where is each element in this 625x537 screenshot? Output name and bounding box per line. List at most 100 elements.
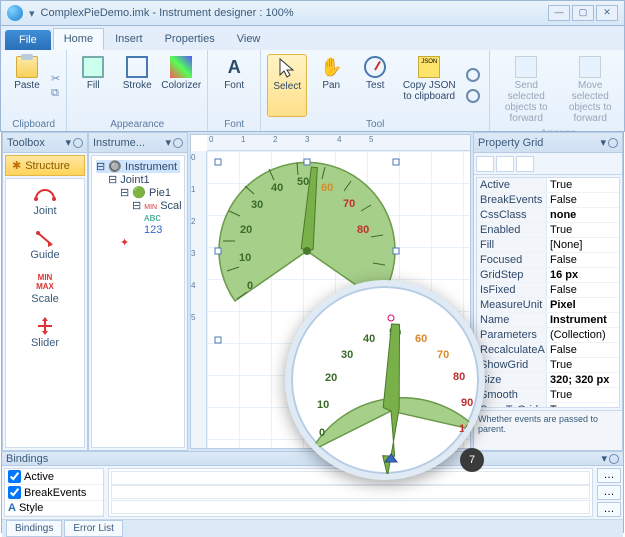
tree-node-instrument[interactable]: ⊟ 🔘 Instrument [96, 160, 180, 173]
toolbox-header[interactable]: Toolbox ▾ [3, 133, 87, 153]
binding-label: Active [24, 471, 54, 483]
dropdown-icon[interactable]: ▾ [600, 136, 606, 149]
property-value[interactable]: [None] [547, 238, 619, 252]
tree-header[interactable]: Instrume... ▾ [89, 133, 187, 153]
property-row[interactable]: NameInstrument [477, 313, 619, 328]
property-value[interactable]: True [547, 388, 619, 402]
maximize-button[interactable]: ▢ [572, 5, 594, 21]
tab-insert[interactable]: Insert [104, 28, 154, 50]
zoom-in-icon[interactable] [466, 68, 480, 82]
alphabetical-button[interactable] [496, 156, 514, 172]
property-row[interactable]: ActiveTrue [477, 178, 619, 193]
ellipsis-button[interactable]: … [597, 502, 621, 517]
property-row[interactable]: IsFixedFalse [477, 283, 619, 298]
fill-button[interactable]: Fill [73, 54, 113, 117]
property-value[interactable]: True [547, 223, 619, 237]
pan-button[interactable]: ✋Pan [311, 54, 351, 117]
property-row[interactable]: FocusedFalse [477, 253, 619, 268]
dropdown-icon[interactable]: ▾ [65, 136, 71, 149]
property-row[interactable]: SmoothTrue [477, 388, 619, 403]
property-value[interactable]: True [547, 178, 619, 192]
ellipsis-button[interactable]: … [597, 468, 621, 483]
tree-node-marker[interactable]: ✦ [96, 236, 180, 249]
bindings-editor[interactable] [108, 468, 593, 517]
font-button[interactable]: AFont [214, 54, 254, 117]
property-value[interactable]: False [547, 283, 619, 297]
tree-node-num[interactable]: 123 [96, 224, 180, 236]
cut-icon[interactable]: ✂ [51, 72, 60, 85]
property-row[interactable]: BreakEventsFalse [477, 193, 619, 208]
property-table[interactable]: ActiveTrueBreakEventsFalseCssClassnoneEn… [476, 177, 620, 408]
property-value[interactable]: (Collection) [547, 328, 619, 342]
pin-icon[interactable] [608, 138, 618, 148]
property-value[interactable]: Pixel [547, 298, 619, 312]
tab-home[interactable]: Home [53, 28, 104, 50]
property-row[interactable]: MeasureUnitPixel [477, 298, 619, 313]
file-tab[interactable]: File [5, 30, 51, 50]
structure-tab[interactable]: ✱ Structure [5, 155, 85, 176]
tree-node-pie[interactable]: ⊟ 🟢 Pie1 [96, 186, 180, 199]
binding-value-row[interactable] [111, 485, 590, 499]
minimize-button[interactable]: — [548, 5, 570, 21]
bindings-header[interactable]: Bindings ▾ [2, 452, 623, 466]
property-value[interactable]: False [547, 253, 619, 267]
tool-scale[interactable]: MIN MAX Scale [6, 267, 84, 311]
tool-guide[interactable]: Guide [6, 223, 84, 267]
prop-pages-button[interactable] [516, 156, 534, 172]
property-row[interactable]: CssClassnone [477, 208, 619, 223]
property-value[interactable]: True [547, 403, 619, 408]
dropdown-icon[interactable]: ▾ [601, 452, 607, 465]
ellipsis-button[interactable]: … [597, 485, 621, 500]
property-value[interactable]: False [547, 343, 619, 357]
colorizer-button[interactable]: Colorizer [161, 54, 201, 117]
pin-icon[interactable] [173, 138, 183, 148]
paste-button[interactable]: Paste [7, 54, 47, 117]
copy-json-button[interactable]: JSONCopy JSON to clipboard [399, 54, 459, 117]
tree-node-joint[interactable]: ⊟ Joint1 [96, 173, 180, 186]
pin-icon[interactable] [73, 138, 83, 148]
property-value[interactable]: 320; 320 px [547, 373, 619, 387]
property-row[interactable]: ShowGridTrue [477, 358, 619, 373]
property-row[interactable]: Parameters(Collection) [477, 328, 619, 343]
test-button[interactable]: Test [355, 54, 395, 117]
pin-icon[interactable] [609, 454, 619, 464]
fill-icon [82, 56, 104, 78]
property-value[interactable]: Instrument [547, 313, 619, 327]
categorize-button[interactable] [476, 156, 494, 172]
property-row[interactable]: Size320; 320 px [477, 373, 619, 388]
property-grid-header[interactable]: Property Grid ▾ [474, 133, 622, 153]
stroke-button[interactable]: Stroke [117, 54, 157, 117]
binding-row[interactable]: Active [5, 469, 103, 485]
copy-icon[interactable]: ⧉ [51, 87, 60, 100]
binding-row[interactable]: BreakEvents [5, 485, 103, 501]
binding-checkbox[interactable] [8, 486, 21, 499]
tab-error-list[interactable]: Error List [64, 520, 123, 537]
property-row[interactable]: SnapToGridTrue [477, 403, 619, 408]
bindings-list[interactable]: Active BreakEvents AStyle [4, 468, 104, 517]
property-value[interactable]: 16 px [547, 268, 619, 282]
property-row[interactable]: RecalculateAFalse [477, 343, 619, 358]
binding-value-row[interactable] [111, 500, 590, 514]
ruler-vertical: 012345 [191, 151, 207, 448]
close-button[interactable]: ✕ [596, 5, 618, 21]
tree-node-text[interactable]: ᴀʙᴄ [96, 212, 180, 224]
property-row[interactable]: GridStep16 px [477, 268, 619, 283]
tab-view[interactable]: View [226, 28, 272, 50]
qat-dropdown-icon[interactable]: ▾ [29, 7, 35, 20]
property-value[interactable]: none [547, 208, 619, 222]
tool-joint[interactable]: Joint [6, 179, 84, 223]
tree-node-scale[interactable]: ⊟ MIN Scal [96, 199, 180, 212]
zoom-out-icon[interactable] [466, 89, 480, 103]
property-row[interactable]: EnabledTrue [477, 223, 619, 238]
binding-checkbox[interactable] [8, 470, 21, 483]
tab-properties[interactable]: Properties [154, 28, 226, 50]
tool-slider[interactable]: Slider [6, 311, 84, 355]
binding-row[interactable]: AStyle [5, 501, 103, 516]
property-row[interactable]: Fill[None] [477, 238, 619, 253]
property-value[interactable]: True [547, 358, 619, 372]
dropdown-icon[interactable]: ▾ [165, 136, 171, 149]
instrument-tree[interactable]: ⊟ 🔘 Instrument ⊟ Joint1 ⊟ 🟢 Pie1 ⊟ MIN S… [91, 155, 185, 448]
property-value[interactable]: False [547, 193, 619, 207]
select-button[interactable]: Select [267, 54, 307, 117]
tab-bindings[interactable]: Bindings [6, 520, 62, 537]
